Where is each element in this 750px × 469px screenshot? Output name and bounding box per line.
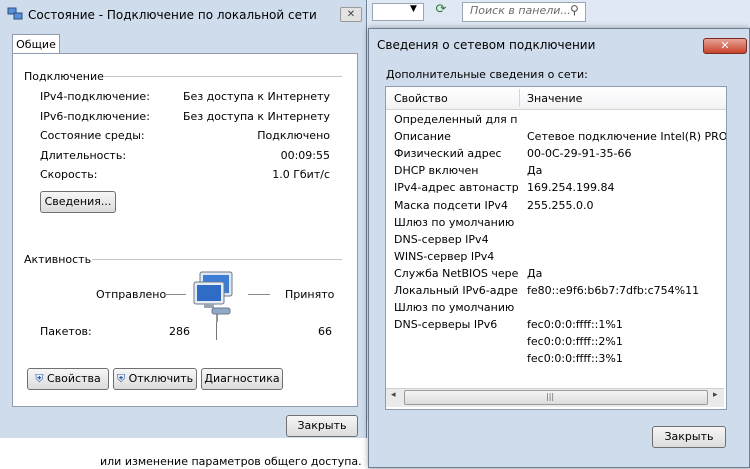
tab-general[interactable]: Общие — [12, 34, 60, 55]
refresh-icon[interactable]: ⟳ — [430, 2, 452, 20]
received-label: Принято — [285, 288, 335, 301]
connection-row-value: Подключено — [257, 129, 330, 142]
column-header-property[interactable]: Свойство — [394, 92, 448, 105]
connection-row-label: Состояние среды: — [40, 129, 145, 142]
details-list[interactable]: Свойство Значение Определенный для по...… — [385, 86, 727, 410]
disable-button[interactable]: ⛨ Отключить — [113, 368, 197, 390]
packets-received-value: 66 — [318, 325, 332, 338]
details-window-title: Сведения о сетевом подключении — [377, 38, 596, 52]
connection-row-label: Длительность: — [40, 149, 127, 162]
status-close-button[interactable]: Закрыть — [286, 415, 358, 437]
list-item[interactable]: Локальный IPv6-адрес... fe80::e9f6:b6b7:7… — [386, 282, 726, 299]
properties-button[interactable]: ⛨ Свойства — [27, 368, 109, 390]
list-item[interactable]: DHCP включен Да — [386, 162, 726, 179]
property-cell: Описание — [394, 130, 451, 143]
column-header-value[interactable]: Значение — [527, 92, 582, 105]
shield-icon: ⛨ — [116, 372, 126, 385]
details-subtitle: Дополнительные сведения о сети: — [386, 68, 588, 81]
connection-row-value: 00:09:55 — [280, 149, 330, 162]
connection-row-label: Скорость: — [40, 168, 98, 181]
property-cell: Шлюз по умолчанию IP... — [394, 216, 518, 229]
list-item[interactable]: fec0:0:0:ffff::2%1 — [386, 333, 726, 350]
network-icon — [7, 7, 23, 20]
list-item[interactable]: Определенный для по... — [386, 111, 726, 128]
divider — [104, 76, 342, 77]
activity-section-title: Активность — [24, 253, 92, 266]
sent-label: Отправлено — [96, 288, 167, 301]
list-item[interactable]: Шлюз по умолчанию IP... — [386, 214, 726, 231]
list-item[interactable]: IPv4-адрес автонастро... 169.254.199.84 — [386, 179, 726, 196]
explorer-link-text[interactable]: или изменение параметров общего доступа. — [100, 455, 362, 468]
list-item[interactable]: fec0:0:0:ffff::3%1 — [386, 350, 726, 367]
list-item[interactable]: Служба NetBIOS через... Да — [386, 265, 726, 282]
packets-label: Пакетов: — [40, 325, 92, 338]
property-cell: DNS-сервер IPv4 — [394, 233, 489, 246]
connection-row-label: IPv6-подключение: — [40, 110, 150, 123]
list-item[interactable]: Маска подсети IPv4 255.255.0.0 — [386, 197, 726, 214]
network-computers-icon — [193, 271, 233, 322]
value-cell: fec0:0:0:ffff::1%1 — [527, 318, 623, 331]
property-cell: Шлюз по умолчанию IP... — [394, 301, 518, 314]
received-line — [248, 294, 270, 295]
sent-line — [164, 294, 186, 295]
value-cell: Сетевое подключение Intel(R) PRO/100 — [527, 130, 726, 143]
connection-section-title: Подключение — [24, 70, 104, 83]
property-cell: Маска подсети IPv4 — [394, 199, 508, 212]
list-item[interactable]: Описание Сетевое подключение Intel(R) PRO… — [386, 128, 726, 145]
value-cell: 00-0C-29-91-35-66 — [527, 147, 632, 160]
grip-icon: ||| — [546, 392, 555, 401]
property-cell: Служба NetBIOS через... — [394, 267, 518, 280]
diagnose-button[interactable]: Диагностика — [201, 368, 283, 390]
value-cell: Да — [527, 267, 543, 280]
property-cell: IPv4-адрес автонастро... — [394, 181, 518, 194]
connection-row-value: Без доступа к Интернету — [183, 90, 330, 103]
value-cell: 255.255.0.0 — [527, 199, 594, 212]
search-placeholder: Поиск в панели... — [470, 4, 571, 17]
property-cell: WINS-сервер IPv4 — [394, 250, 495, 263]
column-separator[interactable] — [519, 89, 520, 107]
status-window-title: Состояние - Подключение по локальной сет… — [28, 8, 317, 22]
property-cell: Физический адрес — [394, 147, 502, 160]
list-item[interactable]: Физический адрес 00-0C-29-91-35-66 — [386, 145, 726, 162]
details-button[interactable]: Сведения... — [40, 191, 116, 213]
close-icon[interactable]: ✕ — [340, 7, 362, 22]
packets-sent-value: 286 — [169, 325, 190, 338]
property-cell: DHCP включен — [394, 164, 479, 177]
connection-row-label: IPv4-подключение: — [40, 90, 150, 103]
list-header: Свойство Значение — [386, 87, 726, 110]
search-icon[interactable]: ⚲ — [570, 3, 579, 17]
value-cell: Да — [527, 164, 543, 177]
property-cell: Локальный IPv6-адрес... — [394, 284, 518, 297]
value-cell: fe80::e9f6:b6b7:7dfb:c754%11 — [527, 284, 700, 297]
connection-row-value: Без доступа к Интернету — [183, 110, 330, 123]
general-panel — [12, 53, 358, 407]
disable-button-label: Отключить — [128, 372, 194, 385]
scrollbar-thumb[interactable] — [404, 390, 708, 405]
value-cell: 169.254.199.84 — [527, 181, 615, 194]
list-item[interactable]: Шлюз по умолчанию IP... — [386, 299, 726, 316]
chevron-down-icon[interactable]: ▼ — [410, 4, 417, 14]
close-icon[interactable]: ✕ — [703, 38, 747, 54]
connection-row-value: 1.0 Гбит/с — [272, 168, 330, 181]
divider — [92, 259, 342, 260]
scroll-right-icon[interactable]: ▸ — [713, 390, 718, 400]
value-cell: fec0:0:0:ffff::3%1 — [527, 352, 623, 365]
list-item[interactable]: DNS-сервер IPv4 — [386, 231, 726, 248]
details-close-button[interactable]: Закрыть — [652, 426, 726, 448]
property-cell: Определенный для по... — [394, 113, 518, 126]
property-cell: DNS-серверы IPv6 — [394, 318, 498, 331]
properties-button-label: Свойства — [47, 372, 101, 385]
scroll-left-icon[interactable]: ◂ — [391, 390, 396, 400]
shield-icon: ⛨ — [35, 372, 44, 385]
list-item[interactable]: WINS-сервер IPv4 — [386, 248, 726, 265]
list-item[interactable]: DNS-серверы IPv6 fec0:0:0:ffff::1%1 — [386, 316, 726, 333]
value-cell: fec0:0:0:ffff::2%1 — [527, 335, 623, 348]
activity-line — [216, 322, 217, 340]
